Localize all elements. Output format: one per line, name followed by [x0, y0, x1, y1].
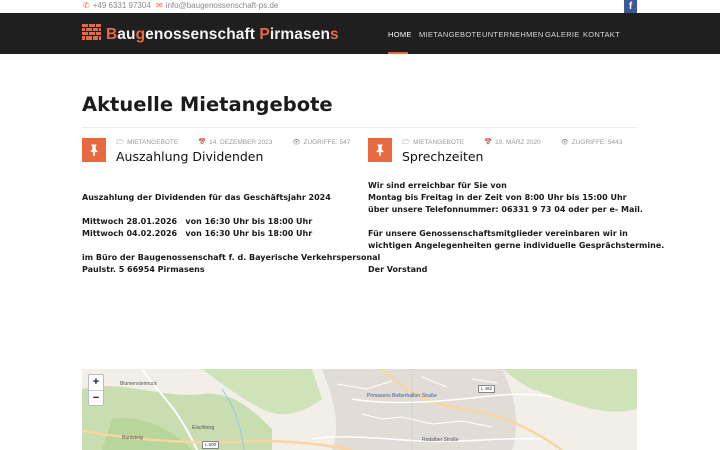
- post-badge: [368, 138, 392, 162]
- road-tag: L 600: [202, 441, 220, 449]
- post-meta: 🗁 MIETANGEBOTE 📅 19. MÄRZ 2020 👁 ZUGRIFFE: …: [402, 138, 640, 149]
- logo-part: g: [135, 26, 146, 43]
- map-label: Eischberg: [192, 425, 215, 431]
- zoom-out-button[interactable]: −: [89, 390, 103, 405]
- active-nav-indicator: [388, 52, 408, 54]
- site-logo-text[interactable]: Baugenossenschaft Pirmasens: [106, 26, 339, 44]
- logo-part: au: [117, 26, 136, 43]
- brick-wall-icon[interactable]: [82, 24, 101, 40]
- nav-mietangebote[interactable]: MIETANGEBOTE: [419, 30, 482, 39]
- nav-galerie[interactable]: GALERIE: [545, 30, 580, 39]
- eye-icon: 👁: [560, 139, 569, 146]
- post-title[interactable]: Auszahlung Dividenden: [116, 149, 263, 164]
- phone-contact[interactable]: ✆ +49 6331 97304: [83, 1, 151, 10]
- folder-icon: 🗁: [116, 139, 125, 146]
- logo-part: irmasen: [269, 26, 331, 43]
- post-date: 19. MÄRZ 2020: [495, 139, 541, 146]
- phone-icon: ✆: [83, 1, 90, 10]
- post-category[interactable]: MIETANGEBOTE: [413, 139, 464, 146]
- calendar-icon: 📅: [198, 139, 207, 146]
- nav-unternehmen[interactable]: UNTERNEHMEN: [482, 30, 544, 39]
- envelope-icon: ✉: [156, 1, 163, 10]
- logo-part: P: [259, 26, 270, 43]
- post-badge: [82, 138, 106, 162]
- nav-kontakt[interactable]: KONTAKT: [583, 30, 620, 39]
- facebook-icon[interactable]: f: [624, 0, 637, 13]
- eye-icon: 👁: [292, 139, 301, 146]
- map-label: Rodalber Straße: [422, 437, 459, 443]
- title-divider: [82, 127, 637, 128]
- nav-home[interactable]: HOME: [388, 30, 412, 39]
- logo-part: enossenschaft: [145, 26, 260, 43]
- map-tiles: [82, 369, 637, 450]
- logo-part: B: [106, 26, 118, 43]
- top-contact-bar: ✆ +49 6331 97304 ✉ info@baugenossenschaft-…: [0, 0, 720, 13]
- map-label: Buntsteig: [122, 435, 143, 441]
- folder-icon: 🗁: [402, 139, 411, 146]
- map-label: Pirmasens Bieberhalber Straße: [367, 393, 437, 399]
- post-views: ZUGRIFFE: 547: [303, 139, 351, 146]
- calendar-icon: 📅: [484, 139, 493, 146]
- main-header: Baugenossenschaft Pirmasens HOME MIETANG…: [0, 13, 720, 54]
- zoom-in-button[interactable]: +: [89, 375, 103, 390]
- post-title[interactable]: Sprechzeiten: [402, 149, 483, 164]
- map-label: Blumensteinruck: [120, 381, 157, 387]
- post-body: Wir sind erreichbar für Sie von Montag b…: [368, 181, 665, 274]
- road-tag: L 482: [478, 385, 496, 393]
- location-map[interactable]: Blumensteinruck Pirmasens Bieberhalber S…: [82, 369, 637, 450]
- logo-part: s: [330, 26, 339, 43]
- post-category[interactable]: MIETANGEBOTE: [127, 139, 178, 146]
- pushpin-icon: [376, 144, 384, 157]
- post-views: ZUGRIFFE: 5443: [571, 139, 623, 146]
- email-contact[interactable]: ✉ info@baugenossenschaft-ps.de: [156, 1, 278, 10]
- map-zoom-control: + −: [88, 374, 104, 406]
- email-address: info@baugenossenschaft-ps.de: [165, 1, 279, 10]
- post-meta: 🗁 MIETANGEBOTE 📅 14. DEZEMBER 2023 👁 ZUGRIF…: [116, 138, 368, 149]
- pushpin-icon: [90, 144, 98, 157]
- post-body: Auszahlung der Dividenden für das Geschä…: [82, 193, 381, 274]
- page-title: Aktuelle Mietangebote: [82, 93, 333, 116]
- phone-number: +49 6331 97304: [92, 1, 151, 10]
- post-date: 14. DEZEMBER 2023: [209, 139, 273, 146]
